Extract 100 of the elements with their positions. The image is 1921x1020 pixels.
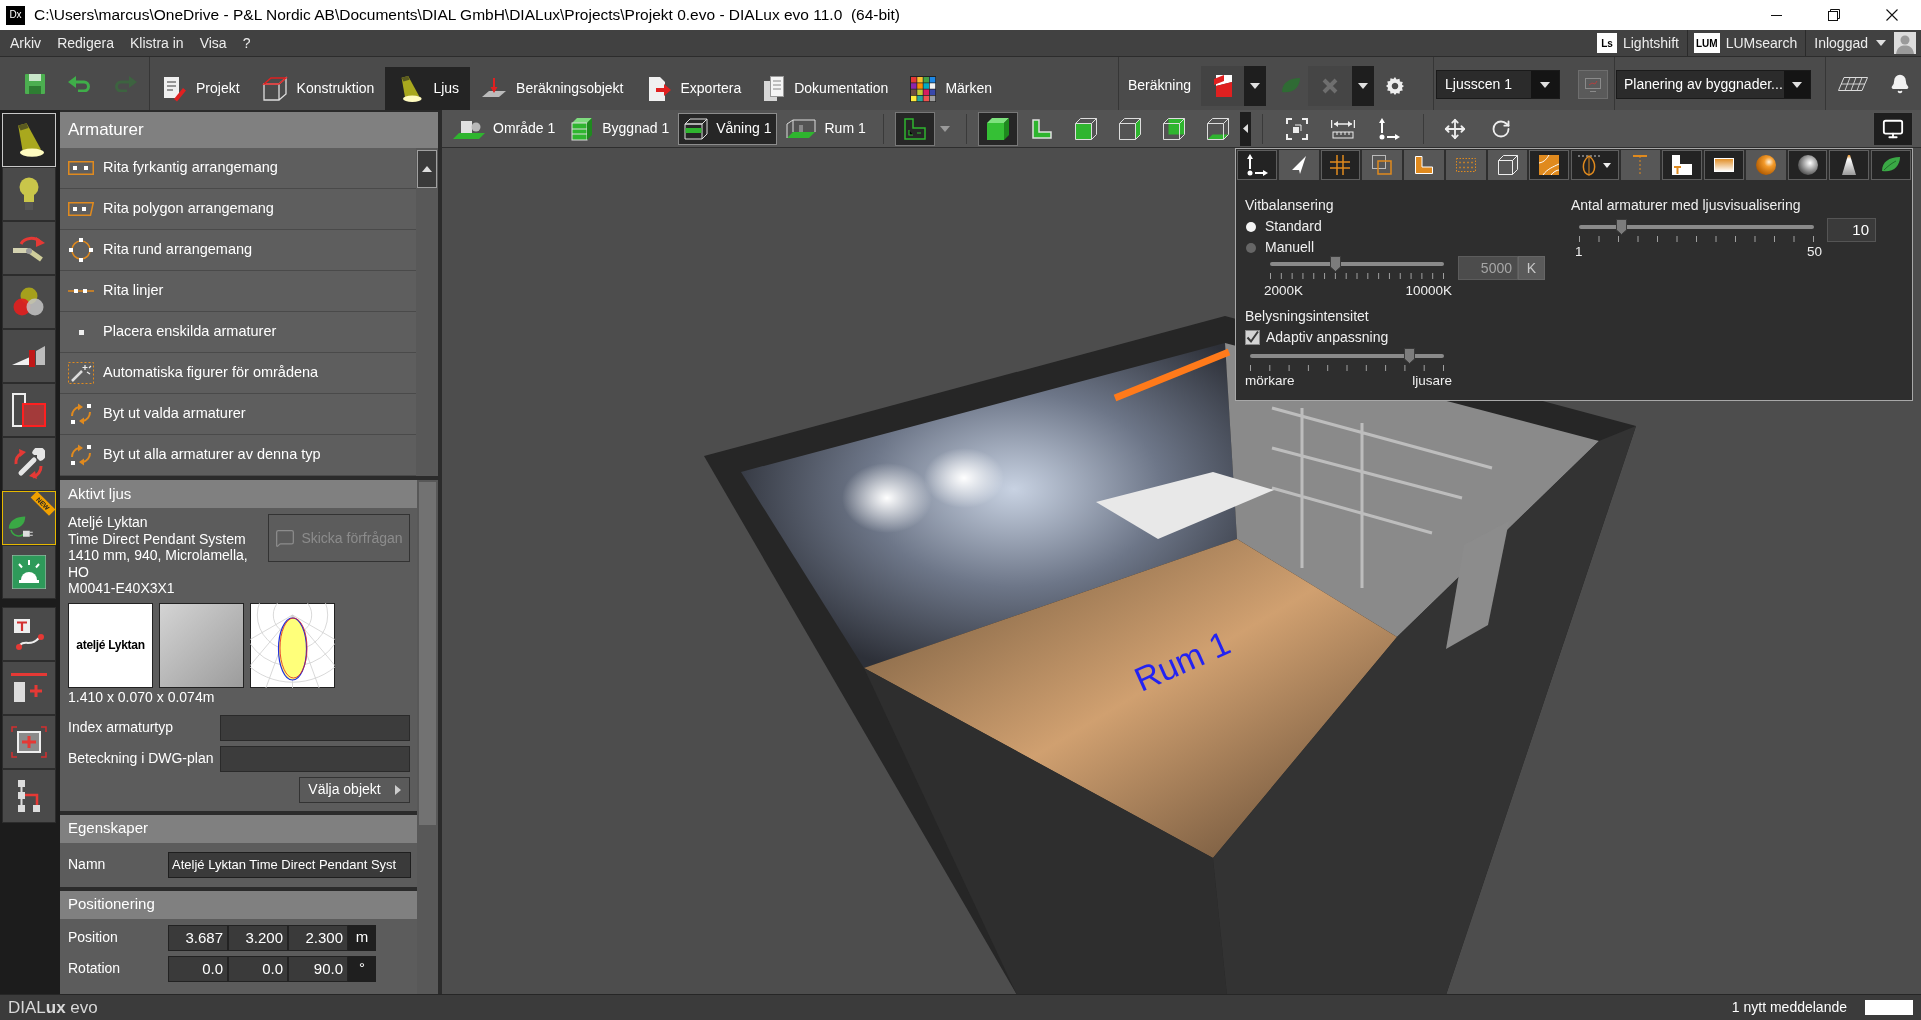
menu-item[interactable]: Redigera	[57, 33, 114, 53]
floor-plan-button[interactable]	[894, 111, 935, 146]
level-tab[interactable]: Våning 1	[678, 112, 778, 145]
input-field[interactable]	[220, 745, 410, 772]
color-grid-icon	[910, 75, 937, 102]
room-outline-icon	[11, 392, 47, 428]
tool-list-item[interactable]: Rita linjer	[60, 271, 416, 312]
section-header: Aktivt ljus	[60, 480, 417, 508]
menu-item[interactable]: Klistra in	[129, 33, 184, 53]
light-scene-dropdown[interactable]: Ljusscen 1	[1436, 70, 1560, 99]
display-tool-button[interactable]	[1829, 150, 1870, 180]
display-tool-button[interactable]	[1237, 150, 1277, 180]
wireframe-cube-icon	[1497, 155, 1518, 175]
display-tool-button[interactable]	[1404, 150, 1444, 180]
notifications-button[interactable]	[1889, 73, 1910, 94]
wrench-arrows-icon	[13, 448, 45, 480]
collapse-button[interactable]	[1239, 111, 1251, 146]
display-tool-button[interactable]	[1704, 150, 1744, 180]
sidebar-tool[interactable]	[2, 769, 56, 823]
toolbar-tab[interactable]: Beräkningsobjekt	[470, 67, 635, 110]
sidebar-tool[interactable]	[2, 221, 56, 275]
display-tool-button[interactable]	[1487, 150, 1528, 180]
menu-item[interactable]: Arkiv	[10, 33, 42, 53]
dropdown-button[interactable]	[1244, 65, 1267, 106]
solar-panel-icon	[1837, 76, 1868, 91]
tool-list-item[interactable]: Rita polygon arrangemang	[60, 189, 416, 230]
tool-list-item[interactable]: Byt ut valda armaturer	[60, 394, 416, 435]
toolbar-tab[interactable]: Dokumentation	[752, 67, 900, 110]
display-tool-button[interactable]	[1362, 150, 1403, 180]
scroll-up-button[interactable]	[417, 150, 437, 188]
product-name: Time Direct Pendant System 1410 mm, 940, Microlamella, HO	[68, 530, 249, 580]
tool-list-item[interactable]: Automatiska figurer för områdena	[60, 353, 416, 394]
slider-track[interactable]	[1579, 219, 1814, 235]
tool-list-item[interactable]: Placera enskilda armaturer	[60, 312, 416, 353]
toolbar-tab[interactable]: Projekt	[150, 67, 251, 110]
slider-track[interactable]	[1270, 256, 1444, 272]
select-object-button[interactable]: Välja objekt	[299, 776, 410, 803]
radio-button[interactable]	[1246, 242, 1256, 253]
sidebar-tool[interactable]	[2, 383, 56, 437]
sidebar-tool[interactable]	[2, 329, 56, 383]
slider-track[interactable]	[1250, 348, 1444, 364]
radio-button[interactable]	[1246, 221, 1256, 232]
number-field[interactable]: 0.0	[228, 955, 288, 982]
input-field[interactable]	[220, 714, 410, 741]
leaf-plug-icon	[7, 515, 33, 539]
toolbar-tab[interactable]: Exportera	[634, 67, 753, 110]
tool-list-item[interactable]: Rita fyrkantig arrangemang	[60, 148, 416, 189]
app-logo: Dx	[6, 5, 25, 25]
scale-label: mörkare	[1245, 373, 1295, 389]
scrollbar-thumb[interactable]	[419, 482, 436, 825]
view-style-button[interactable]	[977, 111, 1018, 146]
number-field[interactable]: 0.0	[168, 955, 228, 982]
light-cone-icon	[1842, 155, 1857, 175]
sidebar-tool[interactable]	[2, 167, 56, 221]
caret-icon	[1358, 82, 1369, 89]
slider-thumb[interactable]	[1403, 348, 1415, 364]
scale-label: 10000K	[1405, 283, 1452, 299]
count-field[interactable]: 10	[1827, 218, 1876, 242]
dropdown-button[interactable]	[1352, 65, 1375, 106]
number-field[interactable]: 3.687	[168, 924, 228, 951]
radio-label: Standard	[1265, 217, 1322, 236]
number-field[interactable]: 2.300	[288, 924, 348, 951]
number-field[interactable]: 90.0	[288, 955, 348, 982]
sidebar-tool[interactable]	[2, 437, 56, 491]
checkbox[interactable]	[1245, 330, 1260, 345]
solar-panel-button[interactable]	[1837, 76, 1868, 91]
display-tool-button[interactable]	[1571, 150, 1619, 180]
cancel-button[interactable]	[1308, 65, 1353, 106]
menu-item[interactable]: ?	[242, 33, 251, 53]
measure-icon	[1330, 118, 1355, 139]
toolbar-tab[interactable]: Konstruktion	[250, 67, 386, 110]
display-settings-button[interactable]	[1873, 111, 1913, 146]
polygon-arrangement-icon	[68, 202, 94, 216]
sidebar-tool[interactable]	[2, 545, 56, 599]
display-tool-button[interactable]	[1745, 150, 1786, 180]
display-tool-button[interactable]	[1662, 150, 1703, 180]
sidebar-tool[interactable]	[2, 661, 56, 715]
tool-list-item[interactable]: Byt ut alla armaturer av denna typ	[60, 435, 416, 476]
level-tab[interactable]: Rum 1	[780, 112, 872, 145]
calculation-button[interactable]	[1201, 65, 1245, 106]
level-tab[interactable]: Område 1	[447, 112, 562, 145]
tool-list-item[interactable]: Rita rund arrangemang	[60, 230, 416, 271]
sidebar-tool[interactable]	[2, 275, 56, 329]
display-tool-button[interactable]	[1787, 150, 1828, 180]
name-field[interactable]: Ateljé Lyktan Time Direct Pendant Syst	[168, 851, 411, 878]
menu-item[interactable]: Visa	[199, 33, 227, 53]
sidebar-tool[interactable]	[2, 715, 56, 769]
number-field[interactable]: 3.200	[228, 924, 288, 951]
display-tool-button[interactable]	[1529, 150, 1570, 180]
account-menu[interactable]: Inloggad	[1806, 30, 1894, 56]
caret-icon	[1876, 40, 1886, 46]
cube-front-face-icon	[1074, 117, 1097, 140]
sidebar-tool[interactable]	[2, 607, 56, 661]
toolbar-tab[interactable]: Ljus	[385, 67, 471, 110]
display-tool-button[interactable]	[1278, 150, 1319, 180]
toolbar-tab[interactable]: Märken	[899, 67, 1004, 110]
slider-thumb[interactable]	[1329, 256, 1341, 272]
slider-thumb[interactable]	[1615, 219, 1627, 235]
view-mode-dropdown[interactable]: Planering av byggnader...	[1616, 70, 1811, 99]
level-tab[interactable]: Byggnad 1	[564, 112, 676, 145]
